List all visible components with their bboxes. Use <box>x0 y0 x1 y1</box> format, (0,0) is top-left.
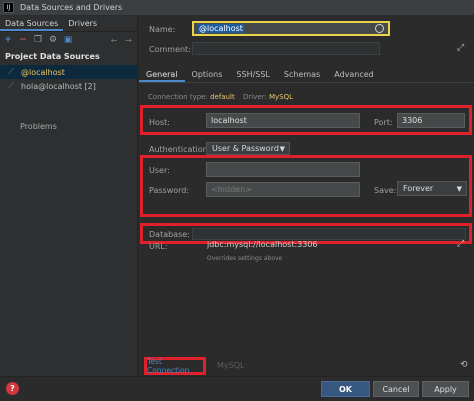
tab-schemas[interactable]: Schemas <box>277 67 327 82</box>
driver-value[interactable]: MySQL <box>269 93 293 101</box>
window-title: Data Sources and Drivers <box>20 3 123 12</box>
expand-icon[interactable]: ⤢ <box>457 43 464 53</box>
mysql-icon: ⟋ <box>8 67 14 76</box>
mysql-driver-label: MySQL <box>217 361 245 370</box>
port-label: Port: <box>374 118 393 127</box>
datasource-item-hola[interactable]: ⟋ hola@localhost [2] <box>0 79 137 93</box>
auth-select[interactable]: User & Password ▼ <box>206 142 290 155</box>
port-input[interactable]: 3306 <box>397 113 465 128</box>
revert-icon[interactable]: ⟲ <box>460 360 468 370</box>
password-label: Password: <box>149 186 190 195</box>
tab-general[interactable]: General <box>139 67 185 82</box>
left-toolbar: + − ❐ ⚙ ▣ ← → <box>0 32 137 48</box>
url-label: URL: <box>149 242 168 251</box>
tab-advanced[interactable]: Advanced <box>327 67 381 82</box>
ok-button[interactable]: OK <box>321 381 370 397</box>
tab-ssh-ssl[interactable]: SSH/SSL <box>229 67 276 82</box>
user-input[interactable] <box>206 162 360 177</box>
password-input[interactable]: <hidden> <box>206 182 360 197</box>
gear-icon[interactable]: ⚙ <box>48 35 58 45</box>
section-title: Project Data Sources <box>5 52 100 61</box>
datasource-label: @localhost <box>21 67 65 77</box>
add-icon[interactable]: + <box>3 35 13 45</box>
datasource-label: hola@localhost [2] <box>21 81 96 91</box>
save-select[interactable]: Forever ▼ <box>397 181 467 196</box>
url-value[interactable]: jdbc:mysql://localhost:3306 <box>207 240 318 249</box>
port-value: 3306 <box>402 116 423 125</box>
database-input[interactable] <box>192 228 466 240</box>
password-placeholder: <hidden> <box>211 185 252 194</box>
dialog-footer: ? OK Cancel Apply <box>0 376 474 401</box>
url-note: Overrides settings above <box>207 255 283 262</box>
right-panel: Name: @localhost Comment: ⤢ General Opti… <box>139 16 474 376</box>
name-value: @localhost <box>198 24 244 33</box>
save-label: Save: <box>374 186 397 195</box>
mysql-icon: ⟋ <box>8 81 14 90</box>
comment-label: Comment: <box>149 45 191 54</box>
database-label: Database: <box>149 230 190 239</box>
user-label: User: <box>149 166 170 175</box>
chevron-down-icon: ▼ <box>456 184 462 193</box>
tab-drivers[interactable]: Drivers <box>63 16 102 31</box>
datasource-item-localhost[interactable]: ⟋ @localhost <box>0 65 137 79</box>
left-tabs: Data Sources Drivers <box>0 16 137 32</box>
save-value: Forever <box>403 184 434 193</box>
color-picker-icon[interactable] <box>375 24 384 33</box>
connection-type-value[interactable]: default <box>210 93 235 101</box>
settings-tabs: General Options SSH/SSL Schemas Advanced <box>139 67 474 83</box>
remove-icon[interactable]: − <box>18 35 28 45</box>
driver-icon[interactable]: ▣ <box>63 35 73 45</box>
title-bar: IJ Data Sources and Drivers <box>0 0 474 16</box>
app-logo-icon: IJ <box>3 2 14 13</box>
problems-link[interactable]: Problems <box>20 122 57 131</box>
host-input[interactable]: localhost <box>206 113 360 128</box>
tab-data-sources[interactable]: Data Sources <box>0 16 64 31</box>
auth-value: User & Password <box>212 144 279 153</box>
host-label: Host: <box>149 118 170 127</box>
driver-label: Driver: <box>242 93 267 101</box>
host-value: localhost <box>211 116 247 125</box>
test-connection-button[interactable]: Test Connection <box>144 357 206 375</box>
forward-arrow-icon[interactable]: → <box>125 36 132 45</box>
chevron-down-icon: ▼ <box>279 144 285 153</box>
cancel-button[interactable]: Cancel <box>373 381 419 397</box>
name-label: Name: <box>149 25 176 34</box>
auth-label: Authentication: <box>149 145 211 154</box>
back-arrow-icon[interactable]: ← <box>111 36 118 45</box>
left-panel: Data Sources Drivers + − ❐ ⚙ ▣ ← → Proje… <box>0 16 138 376</box>
connection-type-label: Connection type: <box>148 93 208 101</box>
connection-info: Connection type: default Driver: MySQL <box>148 93 293 101</box>
copy-icon[interactable]: ❐ <box>33 35 43 45</box>
name-input[interactable]: @localhost <box>192 21 390 36</box>
tab-options[interactable]: Options <box>185 67 230 82</box>
apply-button[interactable]: Apply <box>422 381 469 397</box>
nav-arrows: ← → <box>111 36 132 45</box>
help-button[interactable]: ? <box>6 382 19 395</box>
expand-url-icon[interactable]: ⤢ <box>457 239 464 249</box>
comment-input[interactable] <box>192 42 380 55</box>
